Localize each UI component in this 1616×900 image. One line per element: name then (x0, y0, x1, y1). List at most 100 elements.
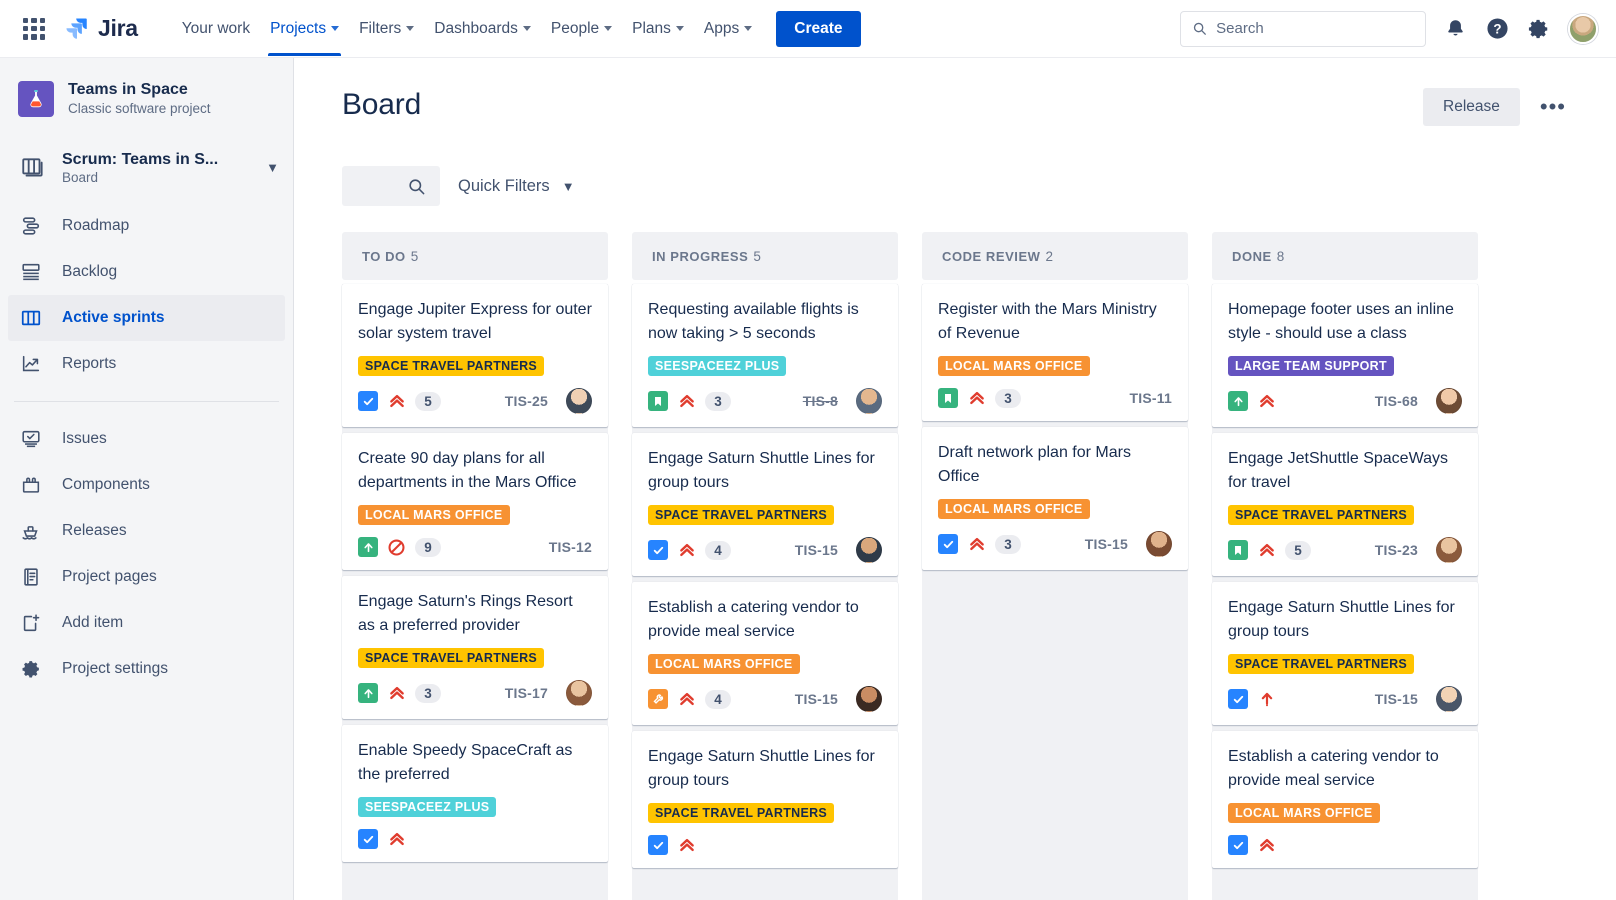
create-button[interactable]: Create (776, 11, 860, 47)
issue-card[interactable]: Engage Jupiter Express for outer solar s… (342, 284, 608, 427)
issue-key[interactable]: TIS-25 (505, 393, 548, 409)
issue-card[interactable]: Requesting available flights is now taki… (632, 284, 898, 427)
issue-card[interactable]: Engage Saturn's Rings Resort as a prefer… (342, 576, 608, 719)
profile-avatar[interactable] (1568, 14, 1598, 44)
global-search-box[interactable] (1180, 11, 1426, 47)
nav-label: Filters (359, 20, 401, 38)
jira-logo[interactable]: Jira (64, 15, 138, 42)
sidebar-item-reports[interactable]: Reports (8, 341, 285, 387)
issue-card[interactable]: Register with the Mars Ministry of Reven… (922, 284, 1188, 421)
column-count: 8 (1277, 249, 1285, 264)
issue-key[interactable]: TIS-23 (1375, 542, 1418, 558)
assignee-avatar[interactable] (566, 680, 592, 706)
assignee-avatar[interactable] (1146, 531, 1172, 557)
sidebar-item-roadmap[interactable]: Roadmap (8, 203, 285, 249)
issue-key[interactable]: TIS-15 (795, 691, 838, 707)
assignee-avatar[interactable] (1436, 388, 1462, 414)
assignee-avatar[interactable] (1436, 537, 1462, 563)
issue-type-task-icon (1228, 835, 1248, 855)
sidebar-item-components[interactable]: Components (8, 462, 285, 508)
board-search-input[interactable] (342, 166, 440, 206)
issue-key[interactable]: TIS-17 (505, 685, 548, 701)
board-columns-icon (20, 307, 42, 329)
issue-type-task-icon (1228, 689, 1248, 709)
scrum-board: TO DO5Engage Jupiter Express for outer s… (342, 232, 1616, 900)
nav-item-dashboards[interactable]: Dashboards (424, 2, 541, 56)
sidebar-item-label: Backlog (62, 263, 117, 281)
issue-key[interactable]: TIS-15 (1375, 691, 1418, 707)
issue-label-chip: LOCAL MARS OFFICE (358, 505, 510, 525)
chevron-down-icon (604, 26, 612, 31)
release-button[interactable]: Release (1423, 88, 1520, 126)
assignee-avatar[interactable] (856, 388, 882, 414)
issue-card[interactable]: Engage JetShuttle SpaceWays for travelSP… (1212, 433, 1478, 576)
project-sidebar: Teams in Space Classic software project … (0, 58, 294, 900)
app-switcher-icon[interactable] (18, 13, 50, 45)
issue-card[interactable]: Create 90 day plans for all departments … (342, 433, 608, 570)
nav-item-apps[interactable]: Apps (694, 2, 762, 56)
issue-card[interactable]: Establish a catering vendor to provide m… (1212, 731, 1478, 868)
nav-item-projects[interactable]: Projects (260, 2, 349, 56)
backlog-icon (20, 261, 42, 283)
nav-item-your-work[interactable]: Your work (172, 2, 260, 56)
column-header: TO DO5 (342, 232, 608, 280)
assignee-avatar[interactable] (856, 537, 882, 563)
settings-gear-icon[interactable] (1526, 16, 1552, 42)
issue-label-chip: SPACE TRAVEL PARTNERS (648, 505, 834, 525)
nav-item-plans[interactable]: Plans (622, 2, 694, 56)
assignee-avatar[interactable] (856, 686, 882, 712)
board-selector[interactable]: Scrum: Teams in S... Board ▼ (0, 144, 293, 191)
help-icon[interactable]: ? (1484, 16, 1510, 42)
more-options-icon[interactable]: ••• (1534, 94, 1572, 120)
sidebar-item-add-item[interactable]: Add item (8, 600, 285, 646)
sidebar-item-project-settings[interactable]: Project settings (8, 646, 285, 692)
sidebar-nav-secondary: Issues Components Releases (0, 416, 293, 692)
issue-card[interactable]: Engage Saturn Shuttle Lines for group to… (632, 433, 898, 576)
issue-card[interactable]: Engage Saturn Shuttle Lines for group to… (632, 731, 898, 868)
search-input[interactable] (1216, 20, 1414, 37)
issue-type-story-icon (1228, 391, 1248, 411)
sidebar-item-project-pages[interactable]: Project pages (8, 554, 285, 600)
priority-highest-icon (677, 836, 696, 855)
story-points-badge: 4 (705, 541, 731, 560)
board-filter-bar: Quick Filters ▼ (342, 166, 1616, 206)
brand-label: Jira (98, 15, 138, 42)
quick-filters-dropdown[interactable]: Quick Filters ▼ (458, 177, 575, 196)
main-content: Board Release ••• Quick Filters ▼ TO DO5… (294, 58, 1616, 900)
notifications-icon[interactable] (1442, 16, 1468, 42)
nav-label: Plans (632, 20, 671, 38)
issue-label-chip: LOCAL MARS OFFICE (1228, 803, 1380, 823)
sidebar-item-label: Project settings (62, 660, 168, 678)
issue-card[interactable]: Engage Saturn Shuttle Lines for group to… (1212, 582, 1478, 725)
project-header[interactable]: Teams in Space Classic software project (0, 80, 293, 118)
column-header: CODE REVIEW2 (922, 232, 1188, 280)
issue-key[interactable]: TIS-8 (803, 393, 838, 409)
assignee-avatar[interactable] (1436, 686, 1462, 712)
nav-item-filters[interactable]: Filters (349, 2, 424, 56)
board-header-actions: Release ••• (1423, 88, 1572, 126)
issue-card[interactable]: Homepage footer uses an inline style - s… (1212, 284, 1478, 427)
sidebar-item-releases[interactable]: Releases (8, 508, 285, 554)
issue-key[interactable]: TIS-68 (1375, 393, 1418, 409)
reports-chart-icon (20, 353, 42, 375)
sidebar-item-active-sprints[interactable]: Active sprints (8, 295, 285, 341)
issue-summary: Engage Saturn Shuttle Lines for group to… (648, 447, 882, 495)
story-points-badge: 3 (995, 535, 1021, 554)
issue-key[interactable]: TIS-15 (1085, 536, 1128, 552)
issue-key[interactable]: TIS-12 (549, 539, 592, 555)
sidebar-item-label: Components (62, 476, 150, 494)
issue-summary: Establish a catering vendor to provide m… (648, 596, 882, 644)
assignee-avatar[interactable] (566, 388, 592, 414)
issue-card[interactable]: Draft network plan for Mars OfficeLOCAL … (922, 427, 1188, 570)
issue-card[interactable]: Enable Speedy SpaceCraft as the preferre… (342, 725, 608, 862)
sidebar-item-label: Reports (62, 355, 116, 373)
nav-item-people[interactable]: People (541, 2, 622, 56)
issue-key[interactable]: TIS-11 (1130, 390, 1172, 406)
issue-type-task-icon (648, 835, 668, 855)
issue-card[interactable]: Establish a catering vendor to provide m… (632, 582, 898, 725)
issue-key[interactable]: TIS-15 (795, 542, 838, 558)
sidebar-item-label: Roadmap (62, 217, 129, 235)
sidebar-item-issues[interactable]: Issues (8, 416, 285, 462)
sidebar-item-backlog[interactable]: Backlog (8, 249, 285, 295)
gear-icon (20, 658, 42, 680)
